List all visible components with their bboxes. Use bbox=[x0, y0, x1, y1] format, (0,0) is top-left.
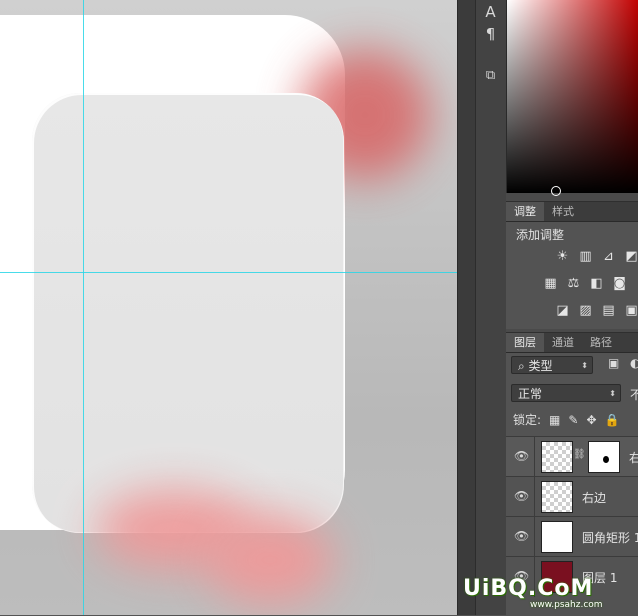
tab-channels[interactable]: 通道 bbox=[544, 333, 582, 352]
adjustment-icons-row-2: ▦ ⚖ ◧ ◙ bbox=[542, 276, 628, 294]
layer-row[interactable]: 👁 ⛓ 右 bbox=[506, 436, 638, 477]
image-filter-icon[interactable]: ▣ bbox=[608, 356, 619, 370]
3d-cube-icon[interactable]: ⧉ bbox=[478, 64, 503, 88]
red-blur-blob-bottom-right bbox=[205, 515, 335, 605]
layer-thumbnail bbox=[541, 481, 573, 513]
adjustment-icons-row-3: ◪ ▨ ▤ ▣ bbox=[554, 303, 638, 321]
panel-collapse-strip[interactable] bbox=[457, 0, 476, 615]
layer-name[interactable]: 圆角矩形 1 bbox=[582, 529, 638, 546]
threshold-icon[interactable]: ▤ bbox=[600, 303, 617, 318]
photo-filter-icon[interactable]: ◙ bbox=[611, 276, 628, 291]
lock-transparency-icon[interactable]: ▦ bbox=[549, 413, 560, 427]
layer-thumbnail bbox=[541, 441, 573, 473]
watermark-logo: UiBQ.CoM bbox=[463, 576, 594, 601]
layer-name[interactable]: 右 bbox=[629, 449, 638, 466]
brightness-icon[interactable]: ☀ bbox=[554, 249, 571, 264]
adjustments-panel: 调整 样式 添加调整 ☀ ▥ ⊿ ◩ ▦ ⚖ ◧ ◙ ◪ ▨ ▤ ▣ bbox=[506, 201, 638, 329]
horizontal-guide[interactable] bbox=[0, 272, 457, 273]
color-balance-icon[interactable]: ⚖ bbox=[565, 276, 582, 291]
levels-icon[interactable]: ▥ bbox=[577, 249, 594, 264]
layer-mask-thumbnail[interactable] bbox=[588, 441, 620, 473]
lock-position-icon[interactable]: ✥ bbox=[586, 413, 596, 427]
chevron-updown-icon: ⬍ bbox=[609, 389, 616, 398]
link-icon[interactable]: ⛓ bbox=[573, 449, 586, 460]
invert-icon[interactable]: ◪ bbox=[554, 303, 571, 318]
adjust-filter-icon[interactable]: ◐ bbox=[630, 356, 638, 370]
layer-filter-value: 类型 bbox=[528, 359, 553, 373]
blend-mode-select[interactable]: 正常 ⬍ bbox=[511, 384, 621, 402]
document-canvas[interactable] bbox=[0, 0, 457, 615]
layer-name[interactable]: 右边 bbox=[582, 489, 606, 506]
color-picker-field[interactable] bbox=[506, 0, 638, 196]
lock-all-icon[interactable]: 🔒 bbox=[605, 413, 620, 427]
tab-adjustments[interactable]: 调整 bbox=[506, 202, 544, 221]
tab-paths[interactable]: 路径 bbox=[582, 333, 620, 352]
layer-filter-select[interactable]: ⌕ 类型 ⬍ bbox=[511, 356, 593, 374]
blend-mode-value: 正常 bbox=[518, 387, 543, 401]
curves-icon[interactable]: ⊿ bbox=[600, 249, 617, 264]
tab-layers[interactable]: 图层 bbox=[506, 333, 544, 352]
layer-thumbnail bbox=[541, 521, 573, 553]
color-picker-marker[interactable] bbox=[551, 186, 561, 196]
posterize-icon[interactable]: ▨ bbox=[577, 303, 594, 318]
exposure-icon[interactable]: ◩ bbox=[623, 249, 638, 264]
panel-icon-bar: A ¶ ⧉ bbox=[475, 0, 507, 615]
paragraph-icon[interactable]: ¶ bbox=[478, 22, 503, 46]
right-panels: 调整 样式 添加调整 ☀ ▥ ⊿ ◩ ▦ ⚖ ◧ ◙ ◪ ▨ ▤ ▣ 图层 通道… bbox=[506, 0, 638, 616]
visibility-eye-icon[interactable]: 👁 bbox=[514, 489, 529, 503]
chevron-updown-icon: ⬍ bbox=[581, 361, 588, 370]
vertical-guide[interactable] bbox=[83, 0, 84, 615]
visibility-eye-icon[interactable]: 👁 bbox=[514, 449, 529, 463]
lock-row: 锁定: ▦ ✎ ✥ 🔒 bbox=[513, 411, 619, 428]
tab-styles[interactable]: 样式 bbox=[544, 202, 582, 221]
text-tool-icon[interactable]: A bbox=[478, 0, 503, 24]
black-white-icon[interactable]: ◧ bbox=[588, 276, 605, 291]
layer-row[interactable]: 👁 圆角矩形 1 bbox=[506, 516, 638, 557]
opacity-label: 不 bbox=[630, 388, 638, 402]
add-adjustment-title: 添加调整 bbox=[516, 228, 565, 242]
visibility-eye-icon[interactable]: 👁 bbox=[514, 529, 529, 543]
layer-row[interactable]: 👁 右边 bbox=[506, 476, 638, 517]
search-icon: ⌕ bbox=[518, 359, 529, 373]
adjustment-icons-row-1: ☀ ▥ ⊿ ◩ bbox=[554, 249, 638, 267]
gradient-map-icon[interactable]: ▣ bbox=[623, 303, 638, 318]
layers-panel: 图层 通道 路径 ⌕ 类型 ⬍ ▣ ◐ 正常 ⬍ 不 锁定: ▦ ✎ ✥ 🔒 👁… bbox=[506, 332, 638, 616]
rounded-rectangle-layer bbox=[32, 93, 344, 533]
watermark-url: www.psahz.com bbox=[530, 600, 603, 610]
hue-saturation-icon[interactable]: ▦ bbox=[542, 276, 559, 291]
lock-pixels-icon[interactable]: ✎ bbox=[568, 413, 578, 427]
lock-label: 锁定: bbox=[513, 413, 542, 427]
